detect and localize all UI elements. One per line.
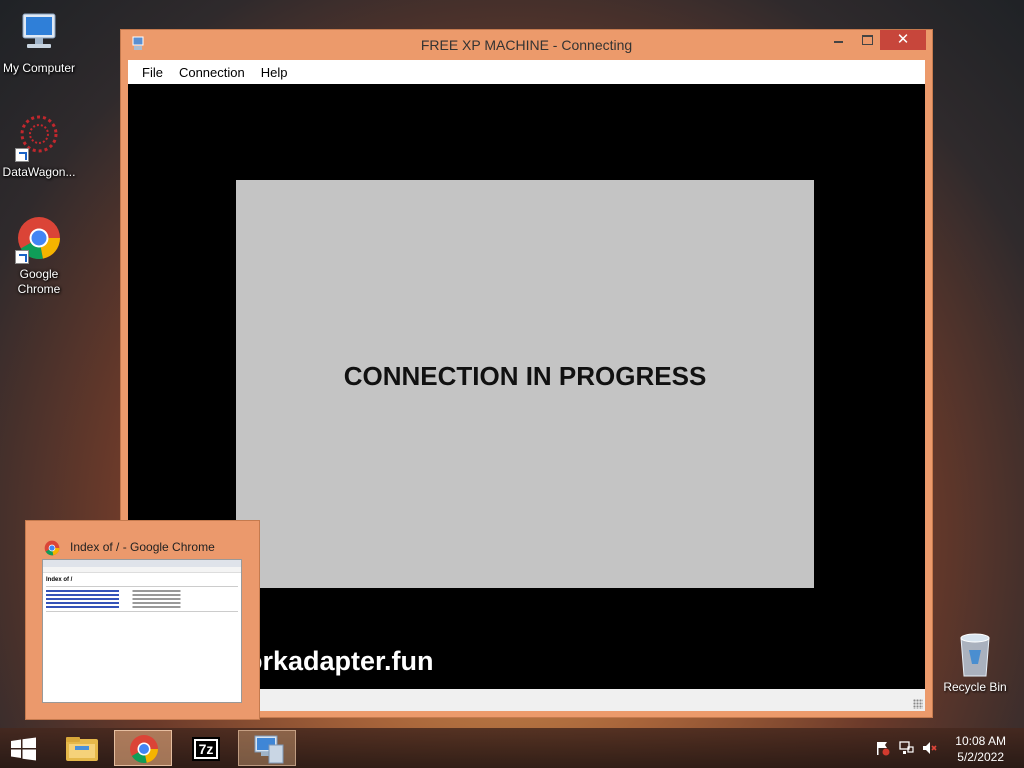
taskbar-file-explorer[interactable] <box>52 730 110 766</box>
taskbar-google-chrome[interactable] <box>114 730 172 766</box>
desktop-icon-google-chrome[interactable]: Google Chrome <box>0 216 78 297</box>
connection-panel: CONNECTION IN PROGRESS <box>236 180 814 588</box>
preview-address-bar <box>43 567 241 573</box>
menu-file[interactable]: File <box>134 65 171 80</box>
maximize-button[interactable] <box>854 30 880 50</box>
shortcut-arrow-icon <box>15 250 29 264</box>
taskbar-thumbnail-popup[interactable]: Index of / - Google Chrome Index of / <box>25 520 260 720</box>
close-button[interactable]: ✕ <box>880 30 926 50</box>
folder-icon <box>66 737 98 761</box>
windows-logo-icon <box>11 737 36 761</box>
menu-bar: File Connection Help <box>128 60 925 84</box>
desktop-icon-recycle-bin[interactable]: Recycle Bin <box>940 630 1010 694</box>
taskbar-remote-desktop[interactable] <box>238 730 296 766</box>
preview-tab-bar <box>43 560 241 567</box>
menu-help[interactable]: Help <box>253 65 296 80</box>
preview-row <box>46 590 238 592</box>
chrome-icon <box>15 216 63 264</box>
resize-grip-icon[interactable] <box>913 699 923 709</box>
recycle-bin-icon <box>955 630 995 678</box>
minimize-button[interactable] <box>826 30 852 50</box>
preview-heading: Index of / <box>46 577 73 583</box>
connection-message: CONNECTION IN PROGRESS <box>343 360 707 391</box>
preview-row <box>46 594 238 596</box>
menu-connection[interactable]: Connection <box>171 65 253 80</box>
volume-muted-icon[interactable] <box>922 740 938 756</box>
7zip-label: 7z <box>196 741 216 757</box>
action-center-flag-icon[interactable] <box>874 740 890 756</box>
desktop-icon-label: My Computer <box>2 61 76 75</box>
shortcut-arrow-icon <box>15 148 29 162</box>
desktop-icon-label: DataWagon... <box>2 165 76 179</box>
taskbar: 7z 10:08 AM 5/2/2022 <box>0 728 1024 768</box>
url-watermark: orkadapter.fun <box>246 646 434 676</box>
chrome-icon <box>44 540 60 556</box>
clock-date: 5/2/2022 <box>957 750 1004 764</box>
window-title: FREE XP MACHINE - Connecting <box>420 37 633 53</box>
preview-row <box>46 598 238 600</box>
taskbar-7zip[interactable]: 7z <box>176 730 234 766</box>
remote-computer-icon <box>254 735 284 764</box>
thumbnail-preview[interactable]: Index of / <box>42 559 242 703</box>
start-button[interactable] <box>9 737 39 761</box>
clock-time: 10:08 AM <box>955 734 1006 748</box>
preview-divider <box>46 611 238 612</box>
chrome-icon <box>130 735 158 763</box>
desktop-icon-my-computer[interactable]: My Computer <box>0 10 78 76</box>
window-titlebar[interactable]: FREE XP MACHINE - Connecting ✕ <box>121 30 932 60</box>
network-icon[interactable] <box>898 740 914 756</box>
preview-row <box>46 602 238 604</box>
preview-row <box>46 606 238 608</box>
thumbnail-title: Index of / - Google Chrome <box>70 540 215 554</box>
7zip-icon: 7z <box>192 737 220 761</box>
recycle-bin-label: Recycle Bin <box>943 680 1007 694</box>
preview-divider <box>46 586 238 587</box>
computer-icon <box>15 10 63 58</box>
desktop-icon-datawagon[interactable]: DataWagon... <box>0 114 78 180</box>
desktop-icon-label: Google Chrome <box>17 267 61 296</box>
datawagon-icon <box>15 114 63 162</box>
taskbar-clock[interactable]: 10:08 AM 5/2/2022 <box>955 733 1006 765</box>
